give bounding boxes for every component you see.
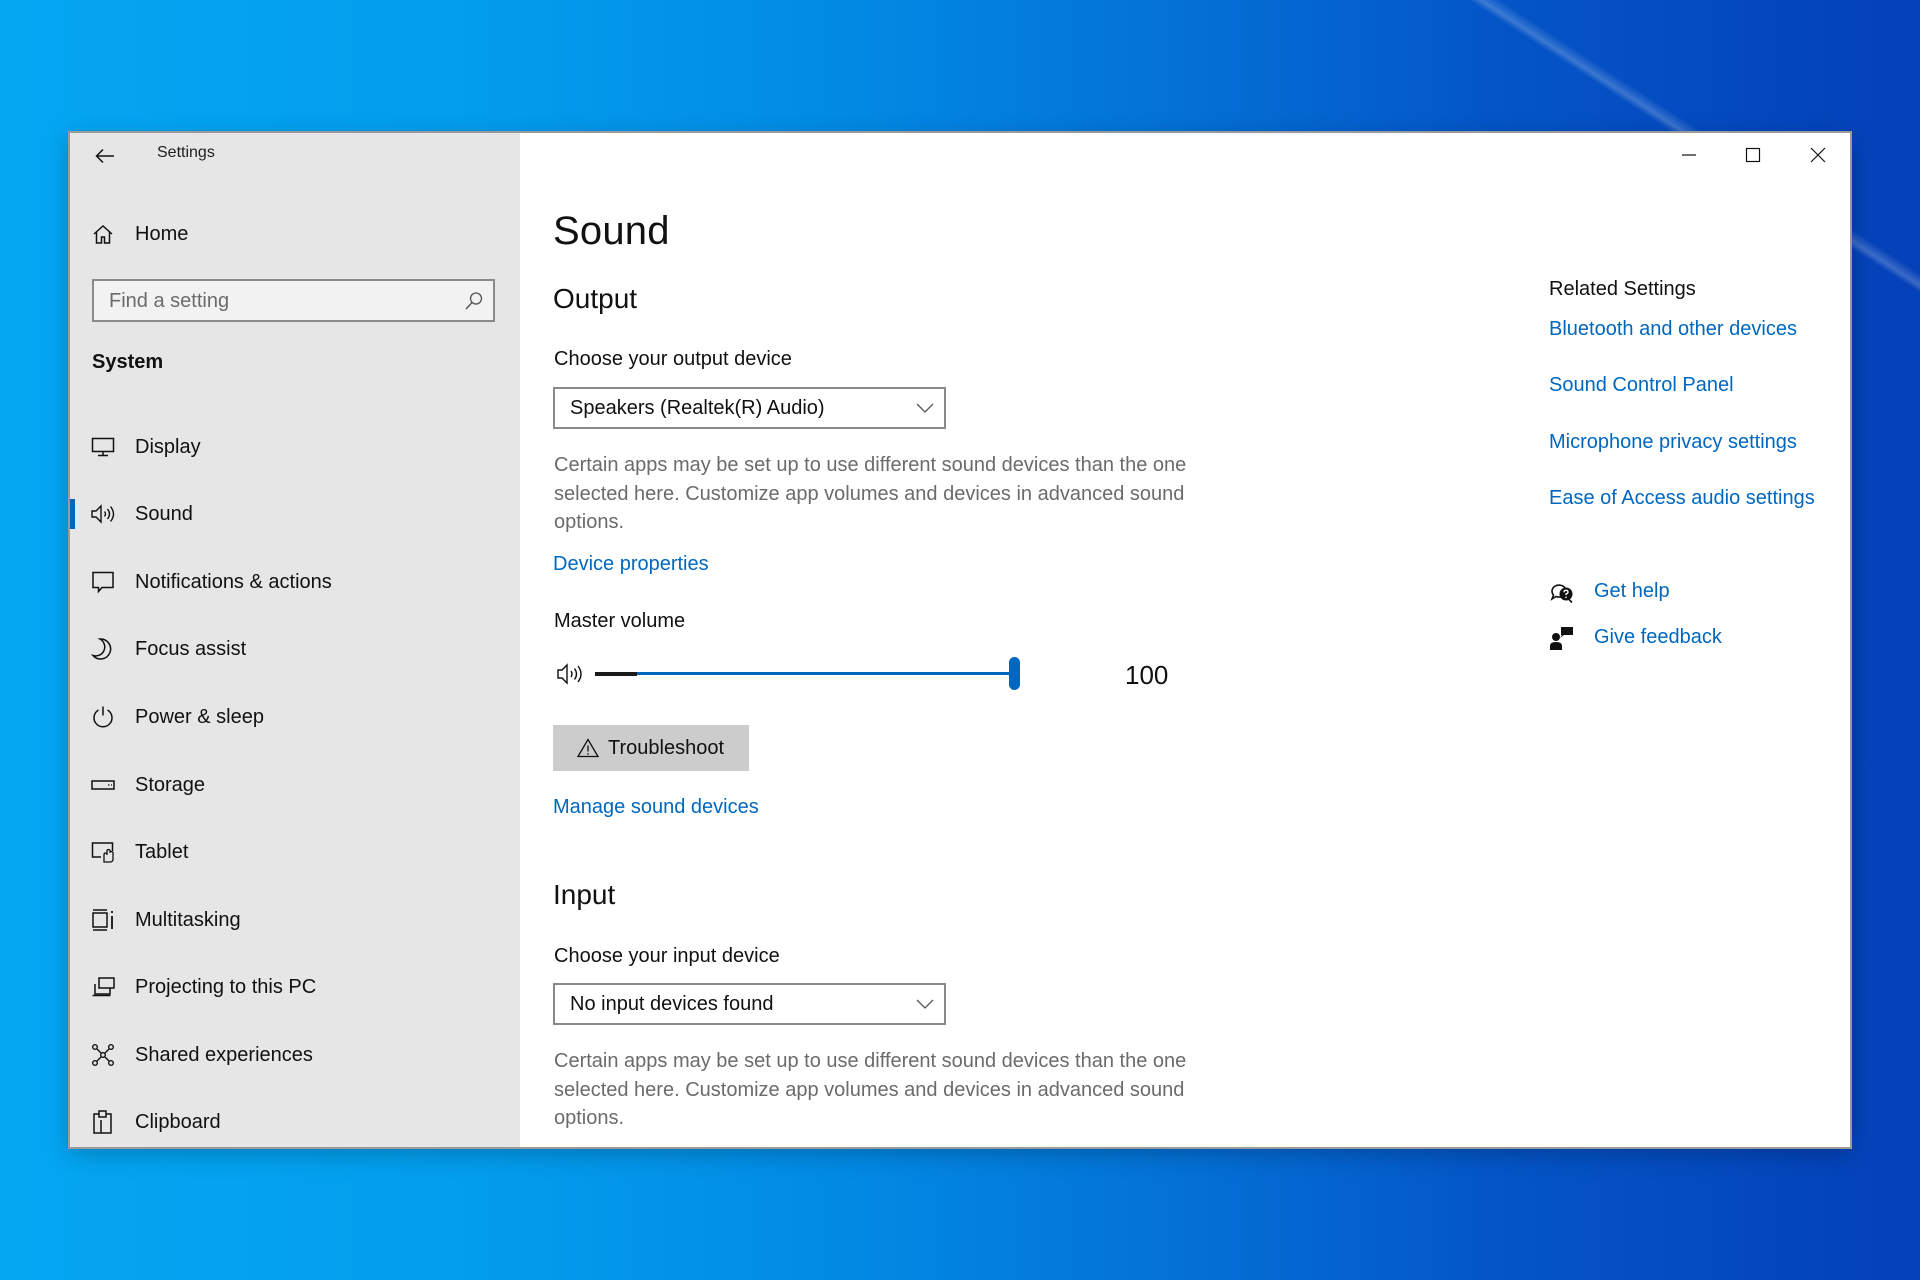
sidebar-item-sound[interactable]: Sound [70,487,520,541]
output-level-meter [595,672,637,676]
home-icon [90,221,116,247]
power-icon [90,704,116,730]
chevron-down-icon [916,999,934,1009]
active-indicator [70,499,75,529]
device-properties-link[interactable]: Device properties [553,553,709,576]
volume-icon[interactable] [556,661,586,687]
sidebar-item-home[interactable]: Home [70,207,520,261]
master-volume-slider[interactable] [595,654,1020,694]
clipboard-icon [90,1109,116,1135]
sidebar-item-projecting[interactable]: Projecting to this PC [70,960,520,1014]
sidebar-item-focus-assist[interactable]: Focus assist [70,622,520,676]
input-device-dropdown[interactable]: No input devices found [553,983,946,1025]
input-device-value: No input devices found [570,993,774,1015]
output-device-label: Choose your output device [554,348,792,370]
ease-of-access-audio-link[interactable]: Ease of Access audio settings [1549,487,1815,510]
get-help-link[interactable]: Get help [1594,580,1670,603]
close-icon [1810,147,1826,163]
back-button[interactable] [88,139,122,173]
input-description: Certain apps may be set up to use differ… [554,1050,1187,1129]
sidebar-item-label: Notifications & actions [135,570,332,593]
bluetooth-devices-link[interactable]: Bluetooth and other devices [1549,318,1797,341]
section-heading-system: System [92,351,164,373]
microphone-privacy-link[interactable]: Microphone privacy settings [1549,431,1797,454]
troubleshoot-label: Troubleshoot [608,736,724,759]
tablet-icon [90,839,116,865]
give-feedback-icon [1550,627,1573,650]
main-content: Sound Output Choose your output device S… [520,133,1850,1147]
related-settings-heading: Related Settings [1549,278,1696,300]
input-heading: Input [553,879,616,910]
multitasking-icon [90,907,116,933]
sidebar-item-tablet[interactable]: Tablet [70,825,520,879]
sound-control-panel-link[interactable]: Sound Control Panel [1549,374,1734,397]
display-icon [90,434,116,460]
back-arrow-icon [95,148,114,164]
app-title: Settings [157,144,215,161]
sidebar-item-clipboard[interactable]: Clipboard [70,1095,520,1147]
output-description: Certain apps may be set up to use differ… [554,454,1187,533]
minimize-icon [1682,154,1696,156]
sidebar-item-label: Multitasking [135,908,241,931]
output-heading: Output [553,283,638,314]
sidebar-item-label: Display [135,435,201,458]
sidebar-item-label: Focus assist [135,637,247,660]
sidebar-item-storage[interactable]: Storage [70,758,520,812]
maximize-icon [1745,147,1761,163]
troubleshoot-button[interactable]: Troubleshoot [553,725,749,771]
sidebar-item-power-sleep[interactable]: Power & sleep [70,690,520,744]
settings-window: Settings Home System Display Sou [70,133,1850,1147]
maximize-button[interactable] [1721,133,1785,177]
minimize-button[interactable] [1657,133,1721,177]
search-box [92,279,495,322]
sidebar-item-shared-experiences[interactable]: Shared experiences [70,1028,520,1082]
output-device-value: Speakers (Realtek(R) Audio) [570,397,825,419]
sidebar-item-display[interactable]: Display [70,420,520,474]
sidebar-item-notifications[interactable]: Notifications & actions [70,555,520,609]
sidebar-item-label: Clipboard [135,1110,221,1133]
speaker-icon [90,501,116,527]
get-help-icon [1550,584,1573,604]
storage-icon [90,772,116,798]
page-title: Sound [553,209,670,253]
notification-icon [90,569,116,595]
moon-icon [90,636,116,662]
shared-experiences-icon [90,1042,116,1068]
close-button[interactable] [1786,133,1850,177]
sidebar-item-label: Power & sleep [135,705,264,728]
sidebar-item-label: Projecting to this PC [135,975,317,998]
master-volume-value: 100 [1125,660,1169,690]
manage-sound-devices-link[interactable]: Manage sound devices [553,796,759,819]
warning-icon [577,738,599,758]
give-feedback-link[interactable]: Give feedback [1594,626,1722,649]
chevron-down-icon [916,403,934,413]
sidebar-item-label: Sound [135,502,193,525]
sidebar-item-label: Storage [135,773,206,796]
search-icon[interactable] [463,290,485,312]
slider-track [595,672,1015,675]
master-volume-label: Master volume [554,610,686,632]
sidebar-item-label: Tablet [135,840,189,863]
slider-thumb[interactable] [1009,657,1020,690]
input-device-label: Choose your input device [554,945,780,967]
sidebar-item-multitasking[interactable]: Multitasking [70,893,520,947]
sidebar: Settings Home System Display Sou [70,133,520,1147]
output-device-dropdown[interactable]: Speakers (Realtek(R) Audio) [553,387,946,429]
sidebar-item-label: Shared experiences [135,1043,313,1066]
sidebar-item-label: Home [135,222,189,245]
projecting-icon [90,974,116,1000]
search-input[interactable] [94,281,451,322]
